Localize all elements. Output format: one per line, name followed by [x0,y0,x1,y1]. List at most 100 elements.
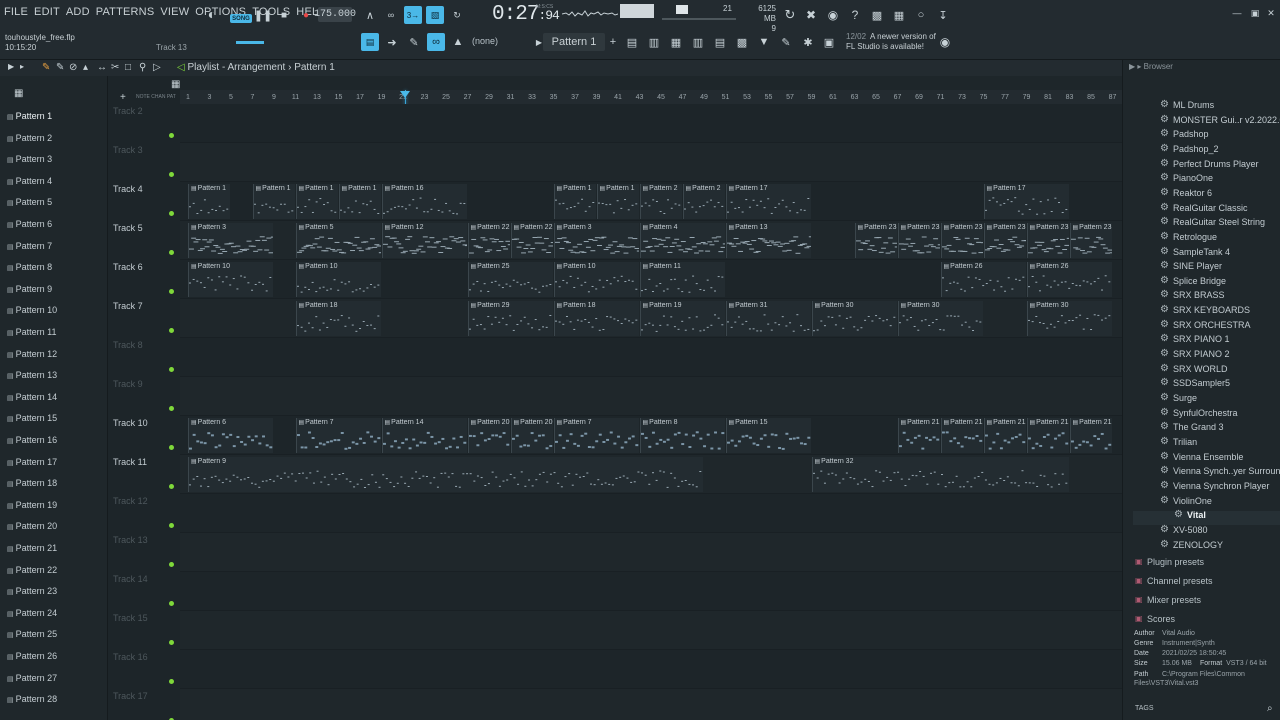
chat-icon[interactable]: ○ [912,6,930,24]
plugin-item[interactable]: SRX PIANO 1 [1160,333,1229,344]
pattern-list-item[interactable]: Pattern 11 [7,327,57,337]
undo-icon[interactable]: ↻ [781,6,799,24]
pattern-clip[interactable]: Pattern 4 [639,223,725,258]
pattern-clip[interactable]: Pattern 23 [940,223,983,258]
track-mute-led[interactable] [169,406,174,411]
track-label[interactable]: Track 9 [113,379,143,389]
master-pitch-slider[interactable] [662,18,736,20]
pattern-clip[interactable]: Pattern 8 [639,418,725,453]
menu-file[interactable]: FILE [4,6,28,18]
plugin-item[interactable]: Vienna Synch..yer Surround [1160,465,1280,476]
plugin-item[interactable]: ML Drums [1160,99,1214,110]
track-label[interactable]: Track 6 [113,262,143,272]
track-label[interactable]: Track 13 [113,535,148,545]
pattern-clip[interactable]: Pattern 11 [639,262,725,297]
plugin-item[interactable]: Reaktor 6 [1160,187,1212,198]
plugin-item[interactable]: Surge [1160,392,1197,403]
plugin-item[interactable]: SRX WORLD [1160,363,1227,374]
channel-rack-icon[interactable]: ▥ [645,33,663,51]
pattern-list-item[interactable]: Pattern 12 [7,349,58,359]
help-icon[interactable]: ? [846,6,864,24]
slip-tool-icon[interactable]: ↔ [97,62,107,73]
plugin-icon[interactable]: ▼ [755,33,773,51]
timeline-ruler[interactable]: 1 3 5 7 9 11 13 15 17 19 21 23 25 27 29 31 33 35 37 39 41 43 4… [180,90,1122,104]
close-icon[interactable]: ✕ [1262,4,1280,22]
track-mute-led[interactable] [169,640,174,645]
image-line-logo-icon[interactable]: ◉ [936,33,954,51]
plugin-item[interactable]: Vienna Ensemble [1160,451,1243,462]
pattern-clip[interactable]: Pattern 23 [1069,223,1112,258]
pattern-clip[interactable]: Pattern 9 [188,457,703,492]
pattern-clip[interactable]: Pattern 12 [381,223,467,258]
minimize-icon[interactable]: — [1228,4,1246,22]
pattern-list-item[interactable]: Pattern 10 [7,305,58,315]
pattern-clip[interactable]: Pattern 10 [188,262,273,297]
pattern-clip[interactable]: Pattern 1 [553,184,596,219]
track-mute-led[interactable] [169,679,174,684]
pattern-clip[interactable]: Pattern 17 [983,184,1069,219]
pattern-clip[interactable]: Pattern 23 [854,223,897,258]
track-label[interactable]: Track 11 [113,457,147,467]
loop-record-icon[interactable]: ↻ [448,6,466,24]
track-mute-led[interactable] [169,523,174,528]
pattern-list-item[interactable]: Pattern 2 [7,133,53,143]
pattern-clip[interactable]: Pattern 5 [295,223,381,258]
pattern-clip[interactable]: Pattern 2 [682,184,725,219]
pattern-list-item[interactable]: Pattern 4 [7,176,53,186]
pattern-clip[interactable]: Pattern 21 [940,418,983,453]
track-mute-led[interactable] [169,328,174,333]
pattern-clip[interactable]: Pattern 1 [338,184,381,219]
track-label[interactable]: Track 3 [113,145,143,155]
pattern-list-item[interactable]: Pattern 3 [7,154,53,164]
track-label[interactable]: Track 8 [113,340,143,350]
pattern-clip[interactable]: Pattern 21 [983,418,1026,453]
menu-add[interactable]: ADD [66,6,90,18]
plugin-item[interactable]: PianoOne [1160,172,1213,183]
browser-section[interactable]: Scores [1135,614,1175,624]
pattern-clip[interactable]: Pattern 22 [510,223,553,258]
track-mute-led[interactable] [169,250,174,255]
pattern-clip[interactable]: Pattern 10 [553,262,639,297]
plugin-item[interactable]: Perfect Drums Player [1160,158,1258,169]
pattern-clip[interactable]: Pattern 17 [725,184,811,219]
touch-controller-icon[interactable]: ✱ [799,33,817,51]
track-lane[interactable] [180,377,1122,416]
pencil-tool-icon[interactable]: ✎ [405,33,423,51]
track-label[interactable]: Track 14 [113,574,148,584]
master-volume-slider[interactable] [236,41,264,44]
pattern-clip[interactable]: Pattern 20 [510,418,553,453]
browser-section[interactable]: Channel presets [1135,576,1212,586]
pattern-clip[interactable]: Pattern 23 [897,223,940,258]
pattern-list-item[interactable]: Pattern 19 [7,500,58,510]
pattern-clip[interactable]: Pattern 30 [811,301,897,336]
pattern-list-item[interactable]: Pattern 14 [7,392,58,402]
track-mute-led[interactable] [169,172,174,177]
zoom-tool-icon[interactable]: ⚲ [139,62,146,73]
track-lane[interactable] [180,338,1122,377]
plugin-item[interactable]: SRX BRASS [1160,289,1224,300]
pattern-clip[interactable]: Pattern 23 [1026,223,1069,258]
browser-search-icon[interactable]: ⌕ [1267,703,1273,714]
menu-patterns[interactable]: PATTERNS [96,6,155,18]
pattern-clip[interactable]: Pattern 13 [725,223,811,258]
save-icon[interactable]: ▩ [868,6,886,24]
track-label[interactable]: Track 15 [113,613,148,623]
record-button[interactable]: ● [297,6,315,24]
plugin-item[interactable]: SRX PIANO 2 [1160,348,1229,359]
pattern-clip[interactable]: Pattern 22 [467,223,510,258]
track-label[interactable]: Track 17 [113,691,148,701]
pattern-list-item[interactable]: Pattern 25 [7,629,58,639]
select-tool-icon[interactable]: □ [125,62,131,73]
pattern-clip[interactable]: Pattern 6 [188,418,273,453]
pattern-list-item[interactable]: Pattern 28 [7,694,58,704]
track-mute-led[interactable] [169,367,174,372]
pattern-clip[interactable]: Pattern 21 [897,418,940,453]
paint-tool-icon[interactable]: ✎ [56,62,64,73]
playback-tool-icon[interactable]: ▷ [153,62,161,73]
add-pattern-icon[interactable]: + [604,33,622,51]
update-notice[interactable]: 12/02 A newer version of FL Studio is ava… [846,32,936,52]
slice-tool-icon[interactable]: ✂ [111,62,119,73]
pattern-list-item[interactable]: Pattern 9 [7,284,53,294]
playhead-marker-icon[interactable] [400,91,410,98]
plugin-item[interactable]: MONSTER Gui..r v2.2022.09 [1160,114,1280,125]
